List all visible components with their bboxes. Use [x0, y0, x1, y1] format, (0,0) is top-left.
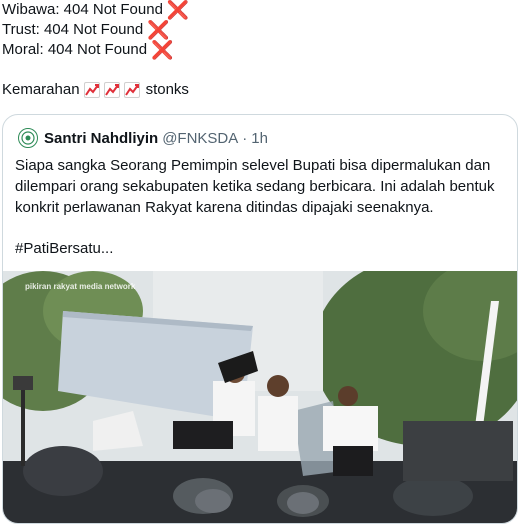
quoted-tweet-header: Santri Nahdliyin @FNKSDA · 1h [18, 128, 268, 148]
quoted-tweet-body: Siapa sangka Seorang Pemimpin selevel Bu… [15, 155, 509, 259]
chart-increasing-icon [103, 82, 120, 98]
organization-logo-icon [21, 131, 35, 145]
tweet-line-trust: Trust: 404 Not Found ❌ [2, 20, 189, 40]
tweet-line-text: Moral: 404 Not Found [2, 41, 148, 58]
tweet-line-text: Trust: 404 Not Found [2, 21, 144, 38]
tweet-line-kemarahan: Kemarahan stonks [2, 80, 189, 100]
author-handle[interactable]: @FNKSDA [162, 130, 238, 147]
quoted-tweet-card[interactable]: Santri Nahdliyin @FNKSDA · 1h Siapa sang… [2, 114, 518, 524]
chart-increasing-icon [83, 82, 100, 98]
cross-mark-icon: ❌ [147, 20, 170, 40]
quoted-tweet-text: Siapa sangka Seorang Pemimpin selevel Bu… [15, 157, 495, 216]
kemarahan-text: Kemarahan [2, 81, 80, 98]
author-name[interactable]: Santri Nahdliyin [44, 130, 158, 147]
tweet-text: Wibawa: 404 Not Found ❌ Trust: 404 Not F… [2, 0, 189, 100]
chart-increasing-icon [123, 82, 140, 98]
cross-mark-icon: ❌ [166, 0, 190, 20]
cross-mark-icon: ❌ [151, 40, 174, 60]
avatar[interactable] [18, 128, 38, 148]
tweet-media-photo[interactable]: pikiran rakyat media network [3, 271, 517, 523]
timestamp[interactable]: 1h [251, 130, 268, 147]
separator: · [242, 129, 248, 147]
protest-photo [3, 271, 517, 523]
tweet-line-text: Wibawa: 404 Not Found [2, 1, 163, 18]
media-watermark: pikiran rakyat media network [25, 282, 136, 291]
tweet-line-wibawa: Wibawa: 404 Not Found ❌ [2, 0, 189, 20]
tweet-line-moral: Moral: 404 Not Found ❌ [2, 40, 189, 60]
hashtag-link[interactable]: #PatiBersatu... [15, 238, 509, 259]
stonks-text: stonks [145, 81, 189, 98]
